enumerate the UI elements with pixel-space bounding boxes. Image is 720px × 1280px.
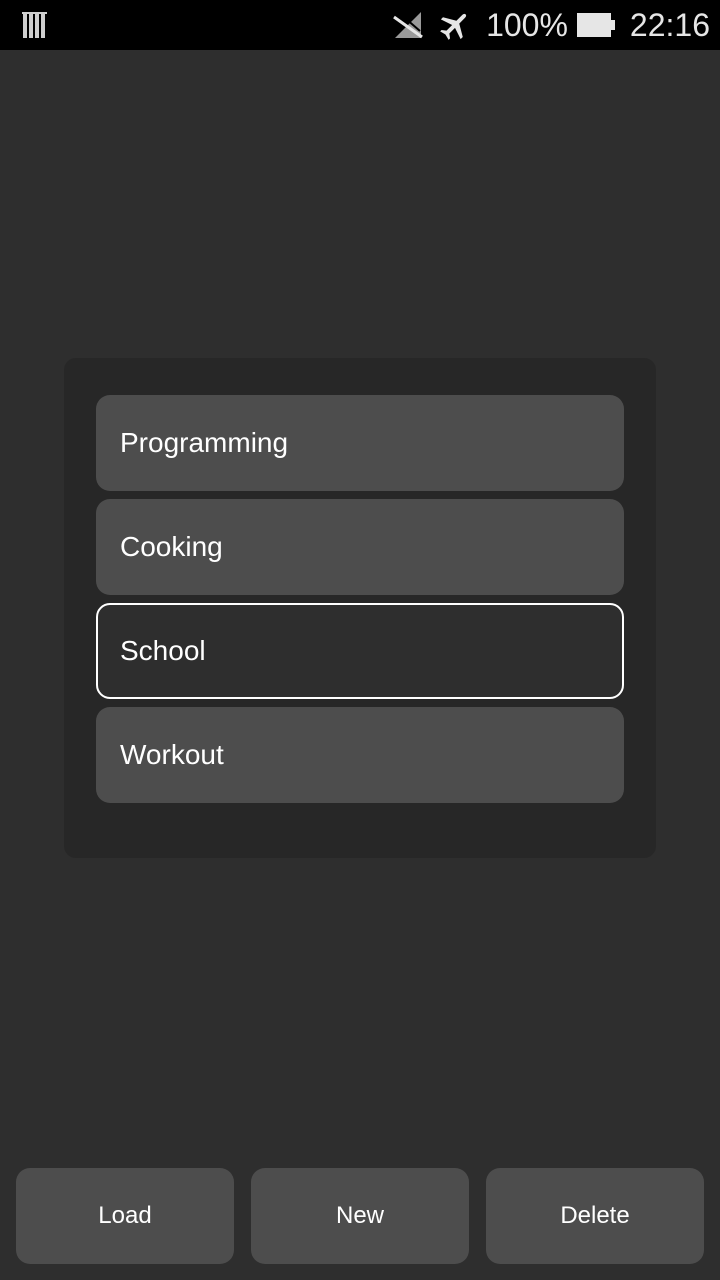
- list-item-programming[interactable]: Programming: [96, 395, 624, 491]
- action-bar: Load New Delete: [0, 1168, 720, 1264]
- clock: 22:16: [629, 6, 710, 43]
- list-item-school[interactable]: School: [96, 603, 624, 699]
- list-panel: Programming Cooking School Workout: [64, 358, 656, 858]
- new-button[interactable]: New: [251, 1168, 469, 1264]
- list-item-label: School: [120, 635, 206, 666]
- delete-button[interactable]: Delete: [486, 1168, 704, 1264]
- status-bar: 100% 22:16: [0, 0, 720, 50]
- status-right: 100% 22:16: [392, 0, 710, 50]
- load-button[interactable]: Load: [16, 1168, 234, 1264]
- signal-off-icon: [392, 9, 424, 41]
- airplane-mode-icon: [438, 8, 472, 42]
- battery-percent: 100%: [486, 6, 568, 43]
- list-item-cooking[interactable]: Cooking: [96, 499, 624, 595]
- battery-icon: [576, 12, 616, 38]
- list-item-label: Cooking: [120, 531, 223, 562]
- status-left: [22, 0, 48, 50]
- list-item-label: Programming: [120, 427, 289, 458]
- barcode-notification-icon: [22, 10, 48, 40]
- list-item-label: Workout: [120, 739, 224, 770]
- list-item-workout[interactable]: Workout: [96, 707, 624, 803]
